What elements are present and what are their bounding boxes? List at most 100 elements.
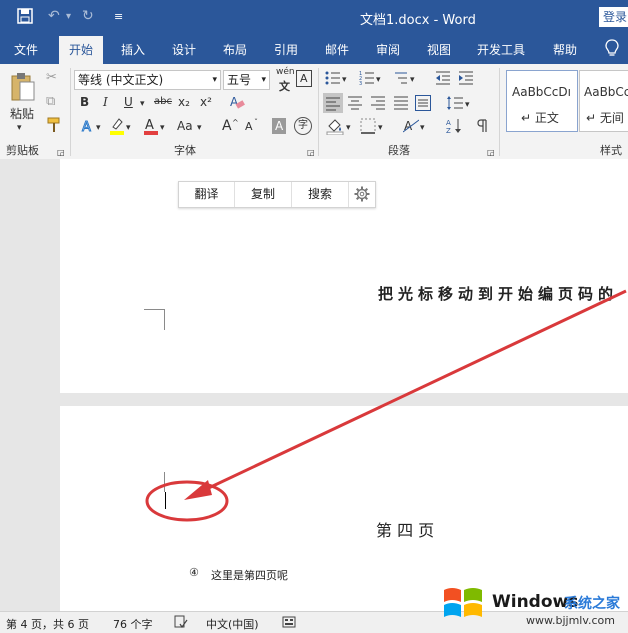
tab-help[interactable]: 帮助 — [553, 41, 577, 58]
annotation-circle — [145, 480, 229, 522]
char-shading-button[interactable]: A — [272, 118, 287, 134]
clear-format-icon[interactable]: A — [229, 94, 245, 115]
tab-layout[interactable]: 布局 — [223, 41, 247, 58]
font-color-dropdown-icon[interactable]: ▾ — [160, 120, 165, 136]
copy-icon[interactable]: ⧉ — [46, 94, 55, 110]
text-effects-dropdown-icon[interactable]: ▾ — [96, 120, 101, 136]
tab-view[interactable]: 视图 — [427, 41, 451, 58]
grow-font-caret-icon: ^ — [232, 118, 239, 127]
superscript-button[interactable]: x² — [200, 95, 212, 109]
divider — [70, 68, 71, 156]
line-spacing-dropdown-icon[interactable]: ▾ — [465, 97, 470, 113]
watermark: Windows 系统之家 www.bjjmlv.com — [436, 578, 628, 632]
document-area: 翻译 复制 搜索 把光标移动到开始编页码的 第 四 页 ④ 这里是第四页呢 — [0, 159, 628, 616]
svg-text:A: A — [82, 120, 91, 134]
tab-review[interactable]: 审阅 — [376, 41, 400, 58]
paragraph-group-label: 段落 — [388, 144, 410, 157]
watermark-brand-cn: 系统之家 — [564, 596, 620, 612]
chinese-layout-dropdown-icon[interactable]: ▾ — [420, 120, 425, 136]
style-preview: AaBbCc — [584, 85, 628, 99]
phonetic-guide-button[interactable]: wén — [276, 67, 295, 77]
word-count[interactable]: 76 个字 — [113, 616, 153, 632]
style-normal[interactable]: AaBbCcDı ↵ 正文 — [506, 70, 578, 132]
shrink-font-caret-icon: ˇ — [254, 118, 258, 127]
paste-dropdown-icon[interactable]: ▾ — [17, 120, 22, 136]
shading-dropdown-icon[interactable]: ▾ — [346, 120, 351, 136]
underline-dropdown-icon[interactable]: ▾ — [140, 96, 145, 112]
align-left-button[interactable] — [323, 93, 343, 113]
paste-button-label[interactable]: 粘贴 — [10, 105, 34, 122]
proofing-icon[interactable] — [174, 615, 188, 632]
tab-file[interactable]: 文件 — [14, 41, 38, 58]
login-button[interactable]: 登录 — [599, 7, 628, 27]
tab-home[interactable]: 开始 — [59, 36, 104, 64]
style-name: ↵ 正文 — [521, 111, 559, 125]
change-case-dropdown-icon[interactable]: ▾ — [197, 120, 202, 136]
undo-icon[interactable]: ↶ — [48, 8, 60, 24]
multilevel-list-icon[interactable] — [393, 70, 409, 91]
tab-insert[interactable]: 插入 — [121, 41, 145, 58]
char-border-button[interactable]: A — [296, 70, 312, 87]
font-color-icon[interactable]: A — [143, 117, 159, 140]
annotation-arrow-overlay — [145, 289, 627, 522]
chinese-layout-icon[interactable]: A — [402, 118, 420, 139]
font-group-label: 字体 — [174, 144, 196, 157]
align-center-icon[interactable] — [347, 95, 363, 116]
redo-icon[interactable]: ↻ — [82, 8, 94, 24]
shading-icon[interactable] — [326, 117, 344, 140]
style-no-spacing[interactable]: AaBbCc ↵ 无间 — [579, 70, 628, 132]
font-size-value: 五号 — [227, 73, 252, 87]
align-right-icon[interactable] — [370, 95, 386, 116]
undo-dropdown-icon[interactable]: ▾ — [66, 11, 71, 22]
enclose-chars-button[interactable]: 字 — [294, 117, 312, 135]
page-count[interactable]: 第 4 页，共 6 页 — [6, 616, 89, 632]
tab-developer[interactable]: 开发工具 — [477, 41, 525, 58]
multilevel-dropdown-icon[interactable]: ▾ — [410, 72, 415, 88]
cut-icon[interactable]: ✂ — [46, 70, 57, 86]
format-painter-icon[interactable] — [46, 117, 62, 138]
grow-font-button[interactable]: A — [222, 118, 232, 134]
macro-recording-icon[interactable] — [282, 615, 296, 632]
bullets-dropdown-icon[interactable]: ▾ — [342, 72, 347, 88]
numbering-icon[interactable]: 123 — [359, 70, 375, 91]
strikethrough-button[interactable]: abc — [154, 96, 172, 107]
styles-group-label: 样式 — [600, 144, 622, 157]
language-indicator[interactable]: 中文(中国) — [206, 616, 259, 632]
lightbulb-icon[interactable] — [605, 39, 619, 60]
font-size-select[interactable]: 五号 ▾ — [223, 70, 270, 90]
svg-text:3: 3 — [359, 81, 362, 86]
numbering-dropdown-icon[interactable]: ▾ — [376, 72, 381, 88]
justify-icon[interactable] — [393, 95, 409, 116]
font-name-value: 等线 (中文正文) — [78, 73, 164, 87]
subscript-button[interactable]: x₂ — [178, 95, 190, 109]
customize-quick-access-icon[interactable]: ≡ — [114, 10, 123, 23]
line-spacing-icon[interactable] — [446, 95, 464, 116]
tab-mailings[interactable]: 邮件 — [325, 41, 349, 58]
clipboard-group-label: 剪贴板 — [6, 144, 39, 157]
highlight-icon[interactable] — [109, 117, 125, 140]
underline-button[interactable]: U — [124, 95, 133, 109]
font-name-select[interactable]: 等线 (中文正文) ▾ — [74, 70, 221, 90]
text-effects-icon[interactable]: A — [80, 118, 96, 139]
bullets-icon[interactable] — [325, 70, 341, 91]
italic-button[interactable]: I — [103, 95, 108, 109]
change-case-button[interactable]: Aa — [177, 119, 193, 133]
borders-dropdown-icon[interactable]: ▾ — [378, 120, 383, 136]
shrink-font-button[interactable]: A — [245, 120, 253, 133]
bold-button[interactable]: B — [80, 95, 89, 109]
watermark-url: www.bjjmlv.com — [526, 614, 615, 627]
paste-icon[interactable] — [10, 72, 36, 107]
tab-design[interactable]: 设计 — [172, 41, 196, 58]
sort-icon[interactable]: AZ — [445, 117, 463, 140]
tab-references[interactable]: 引用 — [274, 41, 298, 58]
increase-indent-icon[interactable] — [458, 70, 474, 91]
distributed-icon[interactable] — [415, 95, 431, 116]
save-icon[interactable] — [17, 8, 33, 28]
borders-icon[interactable] — [360, 118, 376, 139]
show-marks-icon[interactable] — [476, 118, 490, 139]
svg-text:A: A — [446, 119, 451, 127]
windows-logo-icon — [440, 582, 486, 629]
phonetic-guide-char: 文 — [279, 80, 290, 93]
decrease-indent-icon[interactable] — [435, 70, 451, 91]
highlight-dropdown-icon[interactable]: ▾ — [126, 120, 131, 136]
